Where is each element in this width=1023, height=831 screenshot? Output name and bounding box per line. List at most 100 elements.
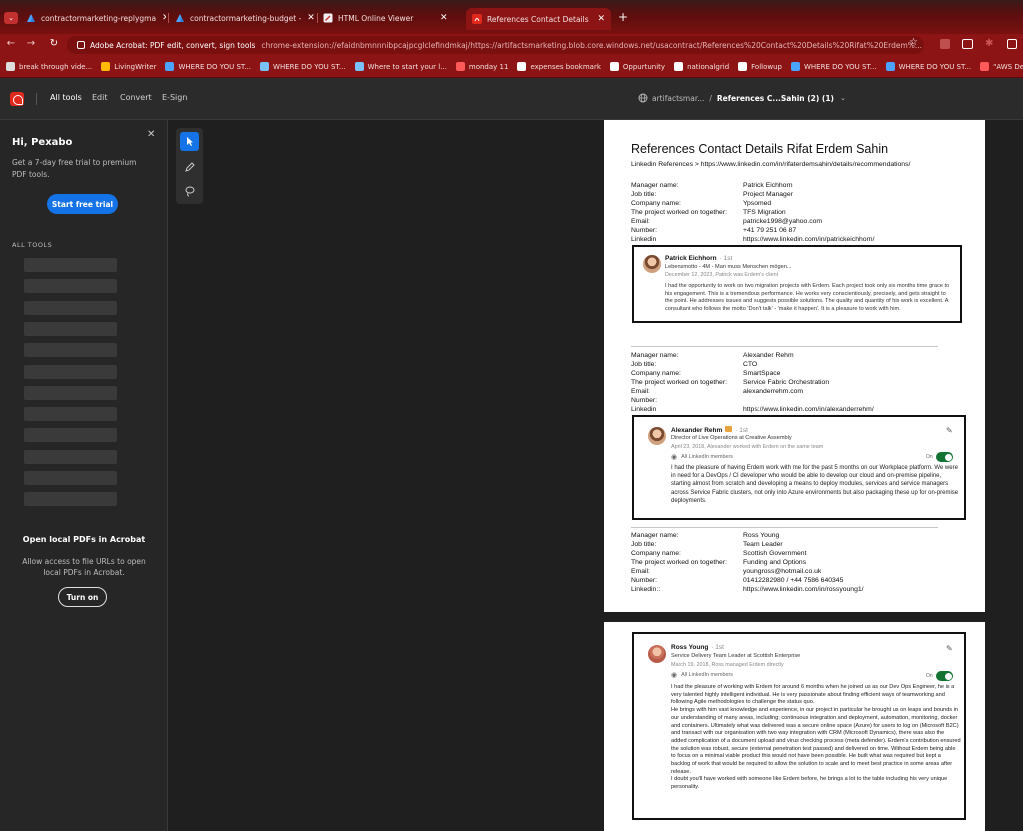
field-label: Linkedin xyxy=(631,406,657,413)
toggle-label: On xyxy=(926,454,933,460)
tool-list-placeholder xyxy=(24,385,117,400)
field-value: Service Fabric Orchestration xyxy=(743,379,830,386)
visibility-toggle xyxy=(936,671,953,681)
open-local-pdfs-text: Allow access to file URLs to open local … xyxy=(22,557,146,577)
bookmark-item[interactable]: WHERE DO YOU ST... xyxy=(791,62,877,71)
profile-icon[interactable] xyxy=(1007,39,1017,49)
recommender-headline: Service Delivery Team Leader at Scottish… xyxy=(671,653,801,659)
reload-icon[interactable]: ↻ xyxy=(45,38,63,49)
recommendation-paragraph-1: I had the pleasure of working with Erdem… xyxy=(671,684,955,706)
tool-list-placeholder xyxy=(24,364,117,379)
bookmark-item[interactable]: expenses bookmark xyxy=(517,62,601,71)
avatar xyxy=(648,645,666,663)
tool-list-placeholder xyxy=(24,492,117,507)
close-tab-icon[interactable]: ✕ xyxy=(307,13,315,23)
bookmark-label: "AWS DevOps En xyxy=(993,62,1023,71)
bookmark-item[interactable]: Where to start your l... xyxy=(354,62,447,71)
reference-field: Job title: CTO xyxy=(631,360,874,369)
extensions-puzzle-icon[interactable]: ✱ xyxy=(985,38,993,49)
reference-field: Manager name: Alexander Rehm xyxy=(631,351,874,360)
tab-references-contact-details[interactable]: References Contact Details Rifat ✕ xyxy=(466,8,611,30)
extension-icon[interactable] xyxy=(940,39,950,49)
site-info-icon[interactable] xyxy=(77,41,85,49)
close-tab-icon[interactable]: ✕ xyxy=(597,14,605,24)
bookmark-favicon-icon xyxy=(260,62,270,71)
recommendation-text: I had the pleasure of working with Erdem… xyxy=(671,684,961,792)
select-tool-icon[interactable] xyxy=(180,132,199,151)
sidebar-icon[interactable] xyxy=(962,39,973,49)
menu-convert[interactable]: Convert xyxy=(120,93,152,102)
bookmark-label: monday 11 xyxy=(468,62,509,71)
field-label: Manager name: xyxy=(631,182,679,189)
field-value: Ross Young xyxy=(743,532,780,539)
omnibox[interactable]: Adobe Acrobat: PDF edit, convert, sign t… xyxy=(67,36,924,54)
chevron-down-icon[interactable]: ⌄ xyxy=(840,94,846,102)
field-label: Email: xyxy=(631,568,650,575)
bookmark-item[interactable]: WHERE DO YOU ST... xyxy=(260,62,346,71)
field-value: Patrick Eichhorn xyxy=(743,182,793,189)
bookmark-favicon-icon xyxy=(517,62,527,71)
bookmark-item[interactable]: Oppurtunity xyxy=(609,62,666,71)
tab-contractormarketing-budget[interactable]: contractormarketing-budget - ✕ xyxy=(175,9,315,27)
bookmarks-bar: break through vide... LivingWriter WHERE D… xyxy=(0,56,1023,78)
field-value: CTO xyxy=(743,361,758,368)
turn-on-button[interactable]: Turn on xyxy=(58,587,107,607)
acrobat-sidebar: ✕ Hi, Pexabo Get a 7-day free trial to p… xyxy=(0,120,168,831)
menu-all-tools[interactable]: All tools xyxy=(50,93,82,102)
reference-field: The project worked on together: Funding a… xyxy=(631,558,864,567)
tab-html-online-viewer[interactable]: HTML Online Viewer ✕ xyxy=(323,9,463,27)
new-tab-button[interactable]: + xyxy=(618,10,628,24)
back-icon[interactable]: ← xyxy=(2,38,20,49)
tab-list-dropdown-icon[interactable]: ⌄ xyxy=(4,12,18,24)
bookmark-item[interactable]: WHERE DO YOU ST... xyxy=(165,62,251,71)
breadcrumb-separator: / xyxy=(709,93,712,103)
close-icon[interactable]: ✕ xyxy=(147,129,155,140)
divider xyxy=(631,346,938,347)
lasso-icon[interactable] xyxy=(180,181,199,200)
acrobat-icon xyxy=(472,14,482,24)
browser-tab-bar: ⌄ contractormarketing-replygma ✕ contrac… xyxy=(0,0,1023,34)
bookmark-item[interactable]: "AWS DevOps En xyxy=(980,62,1023,71)
document-breadcrumb[interactable]: artifactsmar... / References C...Sahin (… xyxy=(638,93,846,103)
tool-list-placeholder xyxy=(24,428,117,443)
forward-icon[interactable]: → xyxy=(22,38,40,49)
recommendation-text: I had the opportunity to work on two mig… xyxy=(665,283,950,312)
bookmark-label: Oppurtunity xyxy=(622,62,666,71)
recommender-name: Patrick Eichhorn · 1st xyxy=(665,255,733,262)
bookmark-item[interactable]: WHERE DO YOU ST... xyxy=(885,62,971,71)
bookmark-item[interactable]: break through vide... xyxy=(6,62,92,71)
bookmark-favicon-icon xyxy=(674,62,684,71)
edit-pencil-icon: ✎ xyxy=(946,644,953,653)
field-label: Linkedin:: xyxy=(631,586,661,593)
pdf-page-1: References Contact Details Rifat Erdem S… xyxy=(604,120,985,612)
field-value: 01412282980 / +44 7586 640345 xyxy=(743,577,844,584)
close-tab-icon[interactable]: ✕ xyxy=(440,13,448,23)
recommender-headline: Director of Live Operations at Creative … xyxy=(671,435,792,441)
highlight-pen-icon[interactable] xyxy=(180,157,199,176)
bookmark-item[interactable]: monday 11 xyxy=(455,62,509,71)
azure-icon xyxy=(175,13,185,23)
bookmark-item[interactable]: LivingWriter xyxy=(101,62,156,71)
field-value: Ypsomed xyxy=(743,200,772,207)
recommender-name: Ross Young · 1st xyxy=(671,644,724,651)
bookmark-item[interactable]: nationalgrid xyxy=(674,62,729,71)
tab-contractormarketing-replygma[interactable]: contractormarketing-replygma ✕ xyxy=(26,9,166,27)
field-label: The project worked on together: xyxy=(631,559,727,566)
bookmark-label: break through vide... xyxy=(19,62,93,71)
reference-field: Company name: Ypsomed xyxy=(631,199,874,208)
bookmark-star-icon[interactable]: ☆ xyxy=(909,37,918,48)
bookmark-label: expenses bookmark xyxy=(530,62,601,71)
linkedin-badge-icon xyxy=(725,426,733,432)
address-bar-row: ← → ↻ Adobe Acrobat: PDF edit, convert, … xyxy=(0,34,1023,56)
recommendation-paragraph-3: I doubt you'll have worked with someone … xyxy=(671,776,948,791)
bookmark-favicon-icon xyxy=(455,62,465,71)
start-free-trial-button[interactable]: Start free trial xyxy=(47,194,118,214)
bookmark-item[interactable]: Followup xyxy=(738,62,782,71)
reference-field: Linkedin:: https://www.linkedin.com/in/ro… xyxy=(631,585,864,594)
menu-esign[interactable]: E-Sign xyxy=(162,93,187,102)
acrobat-logo-icon[interactable] xyxy=(10,92,24,106)
field-label: Company name: xyxy=(631,370,681,377)
field-value: Alexander Rehm xyxy=(743,352,794,359)
menu-edit[interactable]: Edit xyxy=(92,93,108,102)
close-tab-icon[interactable]: ✕ xyxy=(162,13,166,23)
